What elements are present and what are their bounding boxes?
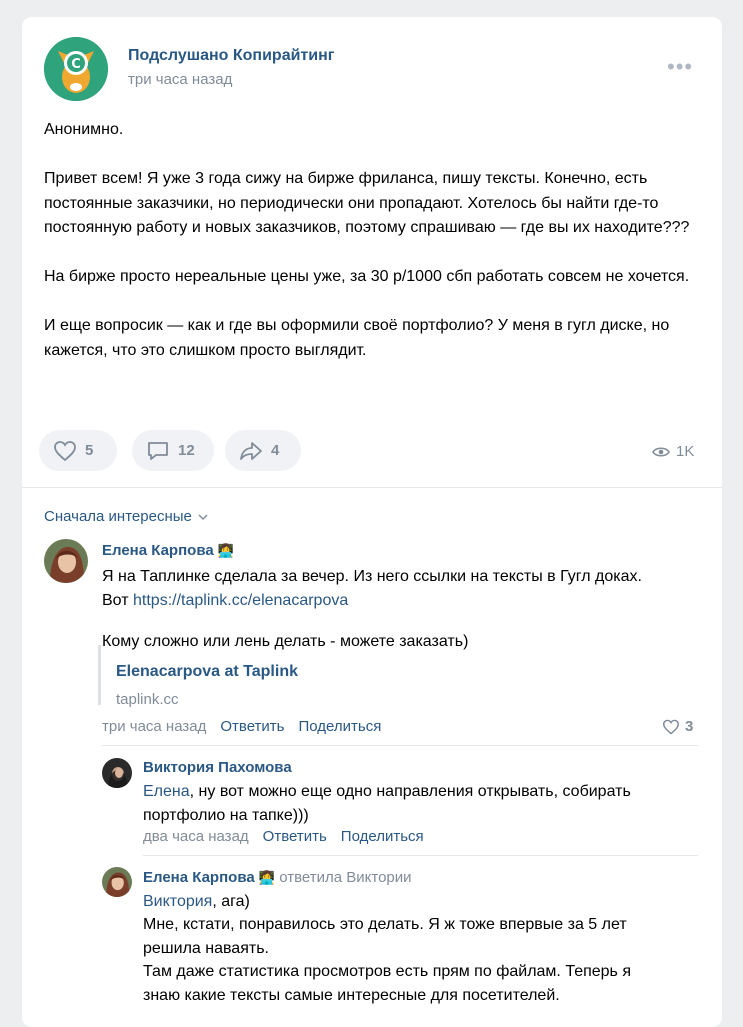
eye-icon	[652, 446, 670, 457]
taplink-link[interactable]: https://taplink.cc/elenacarpova	[133, 592, 348, 609]
comment-author[interactable]: Елена Карпова 👩‍💻 ответила Виктории	[143, 869, 412, 886]
author-name: Елена Карпова	[102, 542, 214, 559]
avatar[interactable]	[44, 539, 88, 583]
mention-link[interactable]: Елена	[143, 783, 190, 800]
comment-text-extra: Мне, кстати, понравилось это делать. Я ж…	[143, 916, 631, 1004]
like-button[interactable]: 5	[39, 430, 117, 471]
snippet-bar	[98, 645, 101, 705]
comment-meta: три часа назад Ответить Поделиться	[102, 718, 381, 735]
chevron-down-icon	[198, 514, 208, 520]
comment-like-count: 3	[685, 718, 694, 735]
deer-logo-icon: C	[44, 37, 108, 101]
snippet-title[interactable]: Elenacarpova at Taplink	[116, 663, 298, 681]
comment-time[interactable]: три часа назад	[102, 718, 206, 735]
snippet-url[interactable]: taplink.cc	[116, 691, 179, 708]
share-button[interactable]: 4	[225, 430, 301, 471]
share-icon	[240, 441, 262, 460]
avatar[interactable]	[102, 867, 132, 897]
reply-button[interactable]: Ответить	[263, 828, 327, 845]
comment-like-button[interactable]: 3	[662, 718, 693, 735]
comment-meta: два часа назад Ответить Поделиться	[143, 828, 424, 845]
avatar[interactable]	[102, 758, 132, 788]
user-photo-icon	[102, 758, 132, 788]
comment-text: Я на Таплинке сделала за вечер. Из него …	[102, 565, 712, 612]
comment-time[interactable]: два часа назад	[143, 828, 249, 845]
comment-count: 12	[178, 442, 195, 459]
badge-emoji: 👩‍💻	[217, 543, 235, 558]
author-name: Елена Карпова	[143, 869, 255, 886]
views-count: 1K	[676, 443, 695, 460]
sort-label: Сначала интересные	[44, 508, 192, 525]
comment-author[interactable]: Елена Карпова 👩‍💻	[102, 542, 234, 559]
comment-sort-dropdown[interactable]: Сначала интересные	[44, 508, 208, 525]
user-photo-icon	[102, 867, 132, 897]
post-text: Анонимно. Привет всем! Я уже 3 года сижу…	[44, 121, 690, 359]
comment-button[interactable]: 12	[132, 430, 214, 471]
svg-text:C: C	[71, 57, 81, 72]
comment-text-part: , ну вот можно еще одно направления откр…	[143, 783, 631, 824]
post-time[interactable]: три часа назад	[128, 71, 232, 88]
reply-button[interactable]: Ответить	[220, 718, 284, 735]
heart-icon	[662, 719, 680, 735]
group-name[interactable]: Подслушано Копирайтинг	[128, 47, 334, 65]
comment-text: Елена, ну вот можно еще одно направления…	[143, 780, 713, 827]
divider	[22, 487, 722, 488]
comment-author[interactable]: Виктория Пахомова	[143, 759, 292, 776]
replied-to-label[interactable]: ответила Виктории	[279, 869, 411, 886]
share-comment-button[interactable]: Поделиться	[298, 718, 381, 735]
comment-text-extra: Кому сложно или лень делать - можете зак…	[102, 633, 469, 650]
share-count: 4	[271, 442, 280, 459]
divider	[102, 745, 698, 746]
badge-emoji: 👩‍💻	[258, 870, 276, 885]
user-photo-icon	[44, 539, 88, 583]
heart-icon	[54, 440, 76, 461]
views-counter: 1K	[652, 443, 694, 460]
comment-text: Виктория, ага)	[143, 890, 713, 914]
group-avatar[interactable]: C	[44, 37, 108, 101]
mention-link[interactable]: Виктория	[143, 893, 212, 910]
share-comment-button[interactable]: Поделиться	[341, 828, 424, 845]
like-count: 5	[85, 442, 94, 459]
post-card: C Подслушано Копирайтинг три часа назад …	[22, 17, 722, 1027]
divider	[143, 855, 698, 856]
more-options-icon[interactable]: •••	[667, 56, 693, 78]
comment-text-part: , ага)	[212, 893, 250, 910]
comment-icon	[148, 441, 168, 460]
